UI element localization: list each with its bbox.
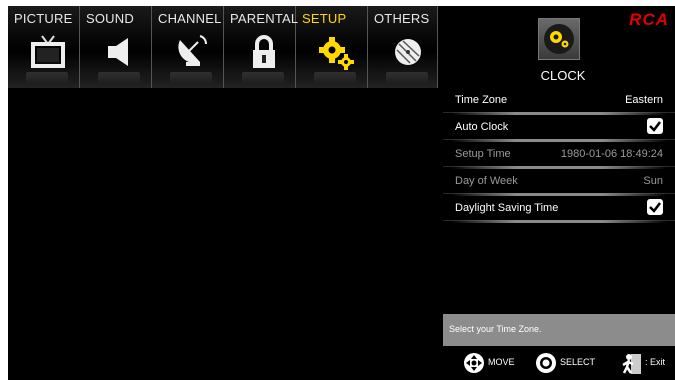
setting-value: Eastern (625, 94, 663, 106)
icon-reflection (26, 72, 68, 84)
setting-label: Setup Time (455, 148, 511, 160)
exit-hint: : Exit (645, 357, 666, 367)
setting-label: Time Zone (455, 94, 508, 106)
section-title: CLOCK (540, 68, 586, 83)
button-hint-bar: MOVE SELECT : Exit (443, 350, 675, 380)
gears-icon (538, 18, 580, 60)
tab-label: SOUND (86, 11, 134, 26)
satellite-dish-icon (178, 35, 207, 66)
tab-channel[interactable]: CHANNEL (152, 6, 224, 88)
tab-label: OTHERS (374, 11, 430, 26)
dpad-icon (464, 353, 484, 373)
icon-reflection (98, 72, 140, 84)
select-hint: SELECT (560, 357, 596, 367)
main-menu-bar: PICTURE SOUND CHANNEL PARENTAL SETUP OTH… (8, 6, 438, 88)
tab-picture[interactable]: PICTURE (8, 6, 80, 88)
icon-reflection (242, 72, 284, 84)
brand-logo: RCA (629, 10, 669, 29)
checkmark-icon (649, 202, 661, 213)
setting-value: Sun (643, 175, 663, 187)
setting-row-auto-clock[interactable]: Auto Clock (443, 115, 675, 142)
setting-row-daylight-saving[interactable]: Daylight Saving Time (443, 196, 675, 223)
help-text-box: Select your Time Zone. (443, 314, 675, 346)
help-text: Select your Time Zone. (449, 324, 542, 334)
setting-row-time-zone[interactable]: Time Zone Eastern (443, 88, 675, 115)
gears-icon (319, 37, 354, 70)
row-separator (451, 220, 667, 223)
auto-clock-checkbox[interactable] (647, 118, 663, 134)
clock-settings-panel: Time Zone Eastern Auto Clock Setup Time … (443, 88, 675, 380)
icon-reflection (314, 72, 356, 84)
tv-screen: PICTURE SOUND CHANNEL PARENTAL SETUP OTH… (8, 6, 675, 380)
tab-others[interactable]: OTHERS (368, 6, 438, 88)
tab-parental[interactable]: PARENTAL (224, 6, 299, 88)
tab-sound[interactable]: SOUND (80, 6, 152, 88)
move-hint: MOVE (488, 357, 515, 367)
setting-row-day-of-week: Day of Week Sun (443, 169, 675, 196)
tab-label: CHANNEL (158, 11, 222, 26)
setting-value: 1980-01-06 18:49:24 (560, 148, 663, 160)
tab-label: PARENTAL (230, 11, 299, 26)
tab-label: SETUP (302, 11, 347, 26)
tab-setup[interactable]: SETUP (296, 6, 368, 88)
setting-row-setup-time: Setup Time 1980-01-06 18:49:24 (443, 142, 675, 169)
tab-label: PICTURE (14, 11, 73, 26)
lock-icon (253, 35, 275, 68)
speaker-icon (108, 38, 128, 66)
setting-label: Daylight Saving Time (455, 202, 559, 214)
disc-icon (395, 39, 421, 65)
exit-door-icon (622, 354, 641, 374)
icon-reflection (170, 72, 212, 84)
daylight-saving-checkbox[interactable] (647, 199, 663, 215)
ok-button-icon (536, 353, 556, 373)
tv-icon (31, 35, 65, 68)
checkmark-icon (649, 121, 661, 132)
setting-label: Day of Week (455, 175, 518, 187)
icon-reflection (386, 72, 428, 84)
setting-label: Auto Clock (455, 121, 509, 133)
section-header: RCA CLOCK (443, 6, 675, 88)
